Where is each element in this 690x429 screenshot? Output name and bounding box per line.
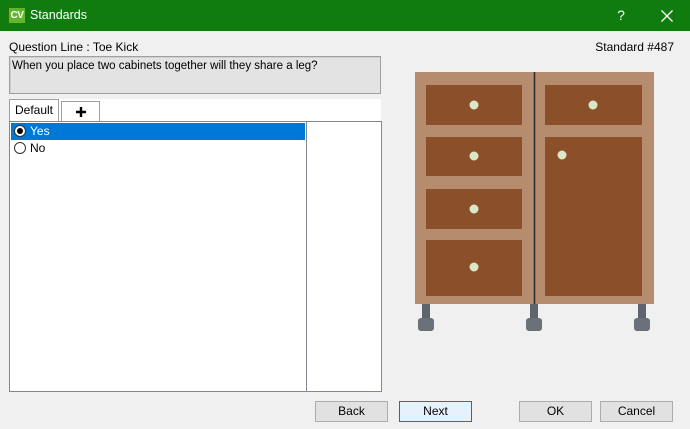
title-bar: CV Standards ?	[0, 0, 690, 31]
next-button[interactable]: Next	[399, 401, 472, 422]
back-button[interactable]: Back	[315, 401, 388, 422]
radio-unchecked-icon[interactable]	[14, 142, 26, 154]
question-text: When you place two cabinets together wil…	[12, 60, 318, 72]
left-drawers	[426, 85, 522, 296]
cabinet-preview-image	[415, 72, 654, 331]
cancel-button[interactable]: Cancel	[600, 401, 673, 422]
question-text-box: When you place two cabinets together wil…	[9, 56, 381, 94]
option-no[interactable]: No	[11, 140, 305, 157]
radio-checked-icon[interactable]	[14, 125, 26, 137]
question-line-label: Question Line : Toe Kick	[9, 40, 139, 54]
close-icon	[661, 10, 673, 22]
option-yes[interactable]: Yes	[11, 123, 305, 140]
ok-button[interactable]: OK	[519, 401, 592, 422]
help-button[interactable]: ?	[598, 0, 644, 31]
options-list: Yes No	[9, 121, 382, 392]
plus-icon	[76, 107, 86, 117]
tab-strip: Default	[9, 99, 381, 121]
tab-default[interactable]: Default	[9, 99, 59, 121]
standard-number: Standard #487	[595, 40, 674, 54]
right-drawer-and-door	[545, 85, 642, 296]
close-button[interactable]	[644, 0, 690, 31]
add-tab-button[interactable]	[61, 101, 100, 121]
option-label: No	[30, 141, 46, 155]
option-label: Yes	[30, 124, 50, 138]
window-title: Standards	[30, 8, 87, 22]
column-divider	[306, 122, 307, 391]
app-icon: CV	[8, 7, 26, 24]
